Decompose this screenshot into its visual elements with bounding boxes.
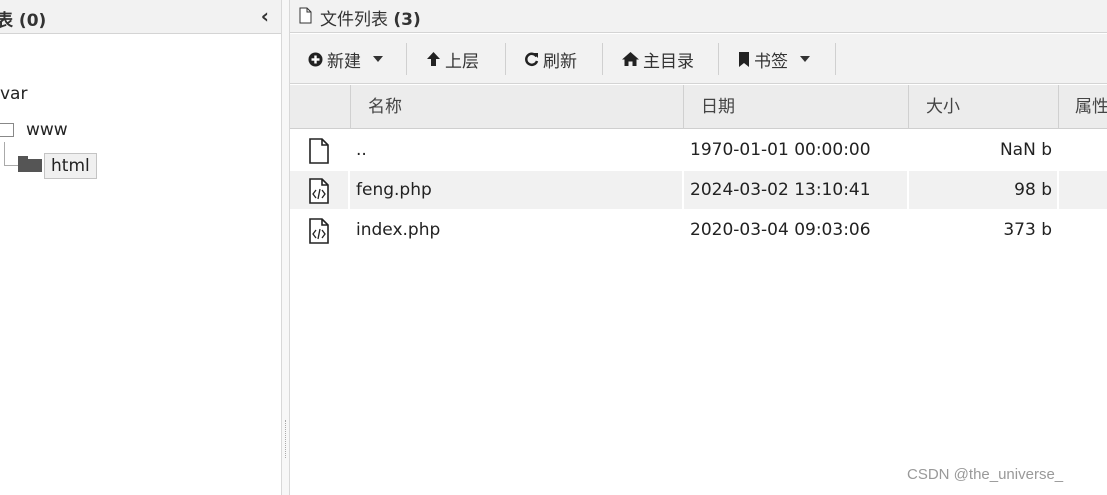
column-header-size[interactable]: 大小 xyxy=(908,85,1058,129)
tree-node-var[interactable]: var xyxy=(0,84,27,104)
home-button[interactable]: 主目录 xyxy=(622,42,694,76)
file-name: index.php xyxy=(356,220,441,240)
home-label: 主目录 xyxy=(643,51,694,72)
plus-circle-icon xyxy=(308,52,323,67)
directory-panel: 表 (0) ‹ var www html xyxy=(0,0,281,495)
chevron-down-icon[interactable] xyxy=(800,56,810,62)
table-row[interactable]: feng.php 2024-03-02 13:10:41 98 b xyxy=(290,171,1107,209)
file-date: 2020-03-04 09:03:06 xyxy=(690,220,871,240)
arrow-up-icon xyxy=(426,51,441,67)
file-list-title: 文件列表 (3) xyxy=(320,5,421,30)
refresh-label: 刷新 xyxy=(543,51,577,72)
refresh-icon xyxy=(524,52,539,67)
directory-panel-title: 表 (0) xyxy=(0,11,47,31)
folder-open-icon xyxy=(18,156,42,172)
home-icon xyxy=(622,52,639,66)
file-size: NaN b xyxy=(999,140,1052,160)
document-icon xyxy=(299,7,312,24)
tree-node-html[interactable]: html xyxy=(44,153,97,179)
file-date: 1970-01-01 00:00:00 xyxy=(690,140,871,160)
column-header-name[interactable]: 名称 xyxy=(350,85,683,129)
column-header-date[interactable]: 日期 xyxy=(683,85,908,129)
watermark: CSDN @the_universe_ xyxy=(907,466,1064,483)
file-name: feng.php xyxy=(356,180,432,200)
file-list-header: 文件列表 (3) xyxy=(290,0,1107,33)
file-name: .. xyxy=(356,140,367,160)
toolbar: 新建 上层 刷新 主目录 书签 xyxy=(290,34,1107,84)
code-file-icon xyxy=(309,178,329,204)
file-size: 98 b xyxy=(1014,180,1052,200)
toolbar-divider xyxy=(718,43,719,75)
tree-connector xyxy=(4,165,18,166)
file-list-title-text: 文件列表 xyxy=(320,10,388,30)
file-manager: 表 (0) ‹ var www html 文件列表 (3) 新建 上层 刷新 主… xyxy=(0,0,1107,495)
bookmark-button[interactable]: 书签 xyxy=(738,42,810,76)
tree-connector xyxy=(4,142,5,166)
file-table-header: 名称 日期 大小 属性 xyxy=(290,85,1107,129)
file-count: (3) xyxy=(393,10,421,30)
splitter-grip[interactable] xyxy=(285,420,287,458)
panel-splitter[interactable] xyxy=(281,0,290,495)
table-row[interactable]: .. 1970-01-01 00:00:00 NaN b xyxy=(290,131,1107,169)
file-list-panel: 文件列表 (3) 新建 上层 刷新 主目录 书签 名称 日期 大小 属性 .. … xyxy=(290,0,1107,495)
table-row[interactable]: index.php 2020-03-04 09:03:06 373 b xyxy=(290,211,1107,249)
up-level-label: 上层 xyxy=(445,51,479,72)
new-button[interactable]: 新建 xyxy=(308,42,383,76)
bookmark-label: 书签 xyxy=(754,51,788,72)
new-button-label: 新建 xyxy=(327,51,361,72)
code-file-icon xyxy=(309,218,329,244)
collapse-icon[interactable]: ‹ xyxy=(261,4,269,28)
toolbar-divider xyxy=(505,43,506,75)
tree-node-www-label: www xyxy=(26,120,68,140)
column-header-attributes[interactable]: 属性 xyxy=(1058,85,1107,129)
bookmark-icon xyxy=(738,51,750,67)
toolbar-divider xyxy=(406,43,407,75)
directory-panel-header: 表 (0) ‹ xyxy=(0,0,281,34)
file-icon xyxy=(309,138,329,164)
toolbar-divider xyxy=(835,43,836,75)
refresh-button[interactable]: 刷新 xyxy=(524,42,577,76)
folder-icon xyxy=(0,123,14,137)
chevron-down-icon[interactable] xyxy=(373,56,383,62)
toolbar-divider xyxy=(602,43,603,75)
up-level-button[interactable]: 上层 xyxy=(426,42,479,76)
file-size: 373 b xyxy=(1003,220,1052,240)
file-date: 2024-03-02 13:10:41 xyxy=(690,180,871,200)
